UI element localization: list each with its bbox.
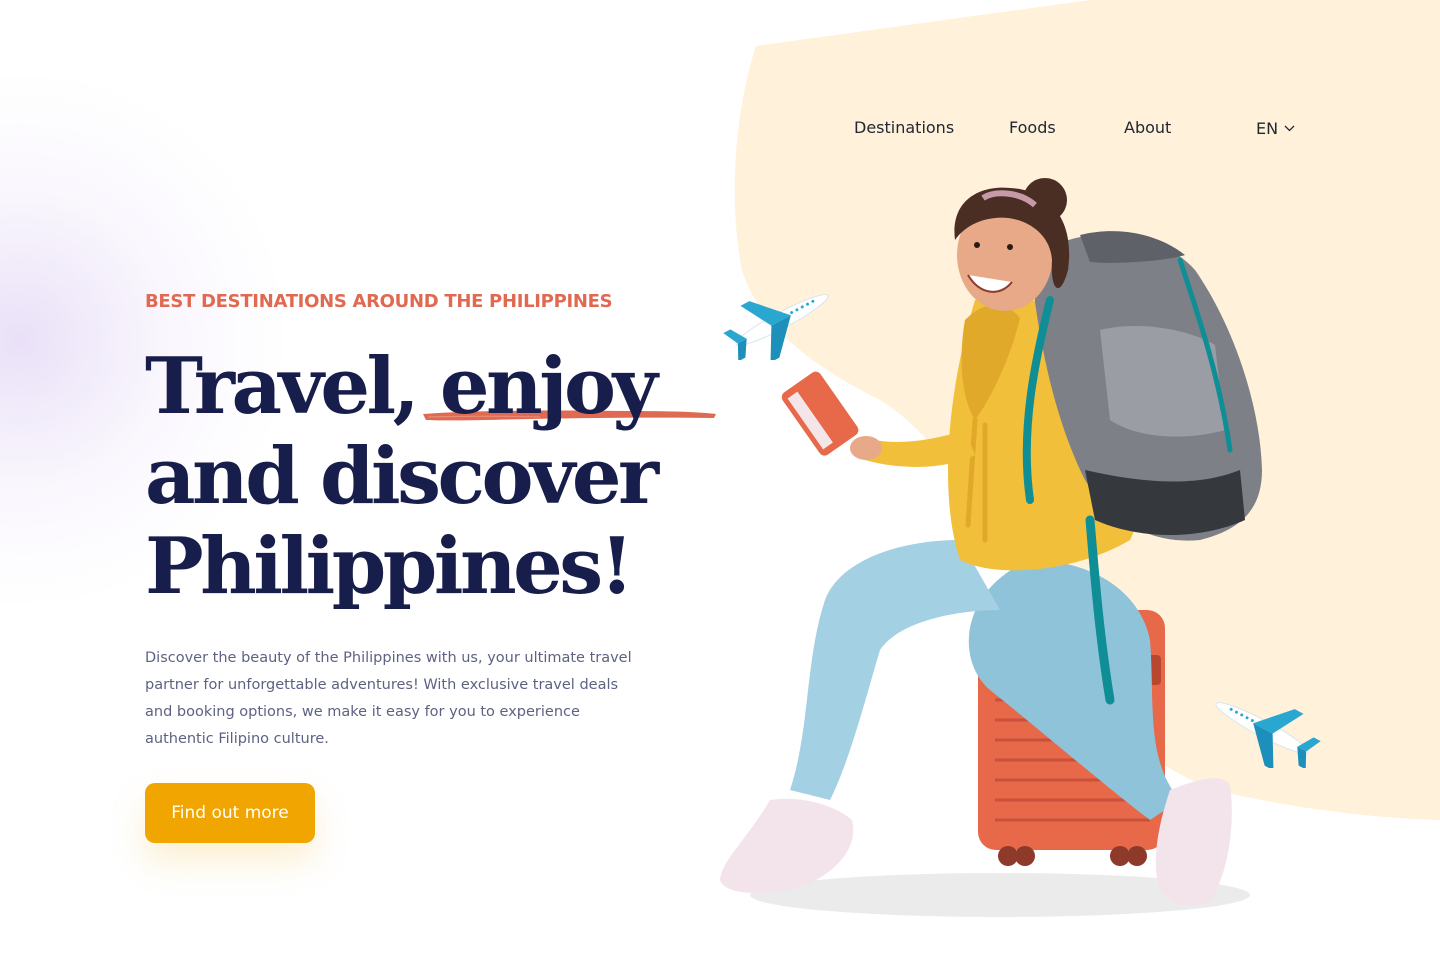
headline-part-1: Travel, bbox=[145, 341, 440, 432]
language-selector[interactable]: EN bbox=[1256, 119, 1295, 138]
top-navigation: Destinations Foods About EN bbox=[0, 118, 1440, 142]
nav-link-about[interactable]: About bbox=[1124, 118, 1171, 137]
hero-description: Discover the beauty of the Philippines w… bbox=[145, 650, 632, 747]
landing-page: Destinations Foods About EN BEST DESTINA… bbox=[0, 0, 1440, 973]
hero-headline: Travel, enjoy and discover Philippines! bbox=[145, 342, 765, 612]
headline-highlight-wrap: enjoy bbox=[422, 341, 716, 432]
headline-line-2: and discover bbox=[145, 431, 659, 522]
nav-link-foods[interactable]: Foods bbox=[1009, 118, 1056, 137]
traveler-illustration bbox=[720, 178, 1262, 917]
headline-line-3: Philippines! bbox=[145, 521, 634, 612]
hero-eyebrow: BEST DESTINATIONS AROUND THE PHILIPPINES bbox=[145, 291, 613, 312]
chevron-down-icon bbox=[1284, 125, 1295, 132]
nav-link-destinations[interactable]: Destinations bbox=[854, 118, 954, 137]
headline-line-1: Travel, enjoy bbox=[145, 342, 765, 432]
language-label: EN bbox=[1256, 119, 1279, 138]
find-out-more-button[interactable]: Find out more bbox=[145, 783, 315, 843]
headline-highlight: enjoy bbox=[439, 341, 658, 432]
